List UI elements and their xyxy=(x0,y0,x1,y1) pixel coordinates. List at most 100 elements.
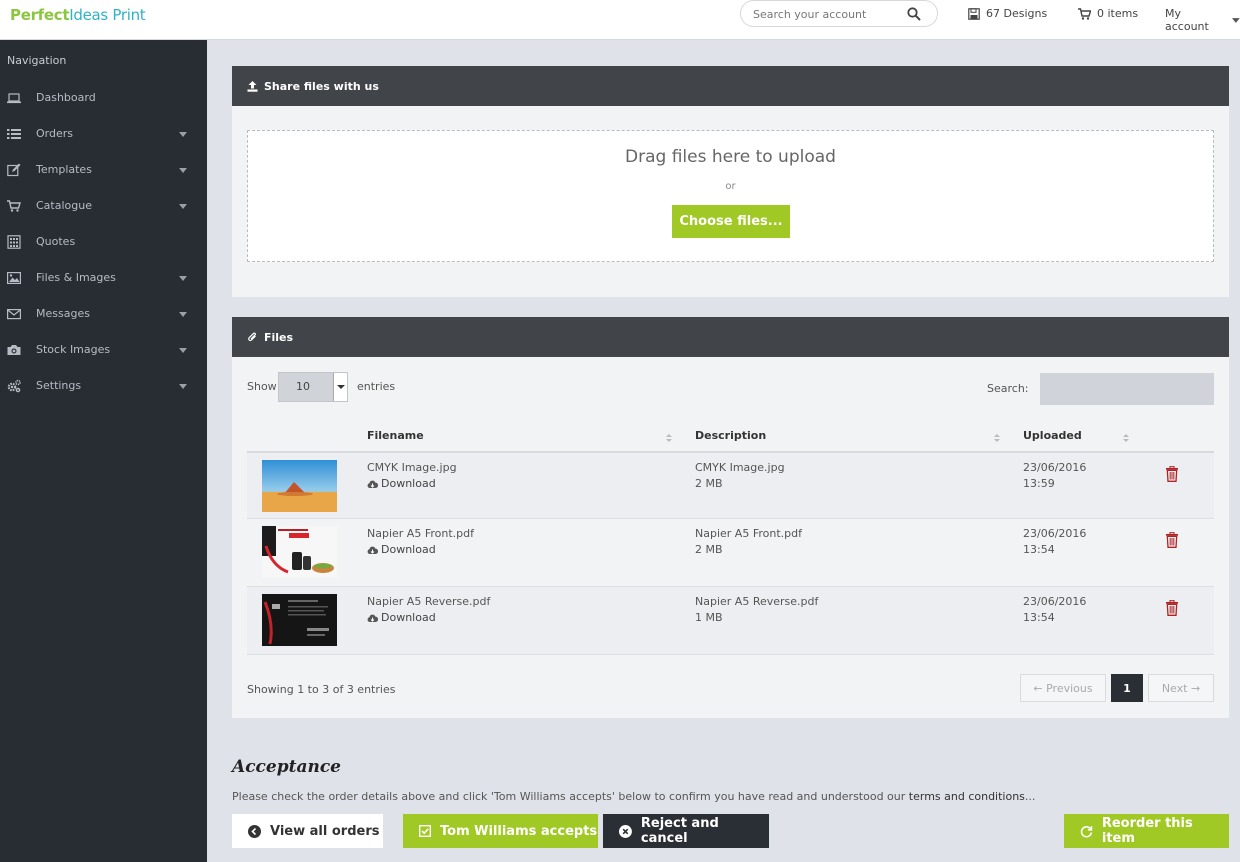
brand-part1: Perfect xyxy=(10,6,70,24)
column-header-filename[interactable]: Filename xyxy=(367,429,424,442)
sidebar-item-catalogue[interactable]: Catalogue xyxy=(0,188,207,224)
sort-icon[interactable] xyxy=(994,434,1000,444)
uploaded-cell: 23/06/2016 13:54 xyxy=(1023,594,1086,626)
table-row: Napier A5 Reverse.pdf Download Napier A5… xyxy=(247,587,1214,655)
cart-icon xyxy=(7,200,21,212)
filename-cell: Napier A5 Front.pdf Download xyxy=(367,526,474,558)
description-text: Napier A5 Reverse.pdf xyxy=(695,595,819,608)
sidebar-item-label: Dashboard xyxy=(36,91,96,104)
sidebar-item-label: Orders xyxy=(36,127,73,140)
filename-text: Napier A5 Reverse.pdf xyxy=(367,595,491,608)
page-1-button[interactable]: 1 xyxy=(1111,674,1143,702)
terms-link[interactable]: terms and conditions xyxy=(909,790,1025,803)
download-link[interactable]: Download xyxy=(367,476,457,492)
file-thumbnail[interactable] xyxy=(262,594,337,646)
sidebar-item-stock-images[interactable]: Stock Images xyxy=(0,332,207,368)
entries-select[interactable]: 10 xyxy=(278,372,348,402)
account-label: My account xyxy=(1165,7,1209,33)
filename-text: CMYK Image.jpg xyxy=(367,461,457,474)
table-search-label: Search: xyxy=(987,382,1029,395)
reorder-button[interactable]: Reorder this item xyxy=(1064,814,1229,848)
filename-cell: Napier A5 Reverse.pdf Download xyxy=(367,594,490,626)
brand-logo[interactable]: PerfectIdeas Print xyxy=(10,6,146,24)
trash-icon[interactable] xyxy=(1165,466,1179,482)
download-label: Download xyxy=(381,543,436,556)
reject-button[interactable]: Reject and cancel xyxy=(603,814,769,848)
trash-icon[interactable] xyxy=(1165,600,1179,616)
account-menu[interactable]: My account xyxy=(1165,7,1240,33)
search-icon[interactable] xyxy=(907,7,921,21)
choose-files-button[interactable]: Choose files... xyxy=(672,205,790,238)
view-all-orders-button[interactable]: View all orders xyxy=(232,814,383,848)
file-thumbnail[interactable] xyxy=(262,526,337,578)
sidebar-item-messages[interactable]: Messages xyxy=(0,296,207,332)
download-label: Download xyxy=(381,611,436,624)
column-header-uploaded[interactable]: Uploaded xyxy=(1023,429,1082,442)
previous-page-button[interactable]: ← Previous xyxy=(1020,674,1106,702)
sidebar-item-files-images[interactable]: Files & Images xyxy=(0,260,207,296)
designs-link[interactable]: 67 Designs xyxy=(968,7,1047,20)
upload-time: 13:54 xyxy=(1023,543,1055,556)
calculator-icon xyxy=(7,235,21,249)
nav-title: Navigation xyxy=(7,54,67,67)
arrow-left-circle-icon xyxy=(248,824,261,838)
sidebar-item-label: Templates xyxy=(36,163,92,176)
caret-down-icon xyxy=(179,276,187,281)
sidebar-item-label: Stock Images xyxy=(36,343,111,356)
column-header-description[interactable]: Description xyxy=(695,429,766,442)
sidebar-item-label: Files & Images xyxy=(36,271,116,284)
file-size: 1 MB xyxy=(695,611,723,624)
cart-link[interactable]: 0 items xyxy=(1078,7,1138,20)
file-thumbnail[interactable] xyxy=(262,460,337,512)
accept-button[interactable]: Tom Williams accepts xyxy=(403,814,598,848)
download-link[interactable]: Download xyxy=(367,610,490,626)
cart-icon xyxy=(1078,7,1091,20)
share-files-panel: Share files with us Drag files here to u… xyxy=(232,66,1229,297)
nav-list: Dashboard Orders Templates Catalogue Quo… xyxy=(0,80,207,404)
sort-icon[interactable] xyxy=(1123,434,1129,444)
caret-down-icon xyxy=(179,132,187,137)
view-all-orders-label: View all orders xyxy=(270,823,380,839)
envelope-icon xyxy=(7,308,21,320)
upload-icon xyxy=(247,80,258,92)
download-label: Download xyxy=(381,477,436,490)
top-bar: PerfectIdeas Print 67 Designs 0 items My… xyxy=(0,0,1240,40)
download-link[interactable]: Download xyxy=(367,542,474,558)
sidebar-item-orders[interactable]: Orders xyxy=(0,116,207,152)
image-icon xyxy=(7,272,21,285)
save-icon xyxy=(968,7,980,20)
reject-label: Reject and cancel xyxy=(640,816,719,846)
or-text: or xyxy=(725,181,736,192)
reorder-label: Reorder this item xyxy=(1101,816,1193,846)
caret-down-icon xyxy=(1232,17,1240,23)
table-search-input[interactable] xyxy=(1040,373,1214,405)
sidebar-item-quotes[interactable]: Quotes xyxy=(0,224,207,260)
filename-text: Napier A5 Front.pdf xyxy=(367,527,474,540)
sidebar-item-dashboard[interactable]: Dashboard xyxy=(0,80,207,116)
description-cell: Napier A5 Front.pdf 2 MB xyxy=(695,526,802,558)
account-search-input[interactable] xyxy=(753,6,903,22)
next-page-button[interactable]: Next → xyxy=(1148,674,1214,702)
cloud-download-icon xyxy=(367,614,378,622)
sidebar-item-templates[interactable]: Templates xyxy=(0,152,207,188)
entries-label: entries xyxy=(357,380,396,393)
sidebar-item-settings[interactable]: Settings xyxy=(0,368,207,404)
upload-time: 13:59 xyxy=(1023,477,1055,490)
share-files-title: Share files with us xyxy=(264,79,379,93)
sort-icon[interactable] xyxy=(666,434,672,444)
description-text: Napier A5 Front.pdf xyxy=(695,527,802,540)
acceptance-body: Please check the order details above and… xyxy=(232,790,909,803)
accept-label: Tom Williams accepts xyxy=(440,823,598,839)
drag-text: Drag files here to upload xyxy=(625,147,836,167)
sidebar-item-label: Quotes xyxy=(36,235,76,248)
share-files-header: Share files with us xyxy=(232,66,1229,106)
acceptance-text: Please check the order details above and… xyxy=(232,790,1035,803)
caret-down-icon xyxy=(179,204,187,209)
sidebar-item-label: Catalogue xyxy=(36,199,92,212)
files-title: Files xyxy=(264,330,294,344)
account-search xyxy=(740,0,938,27)
description-text: CMYK Image.jpg xyxy=(695,461,785,474)
trash-icon[interactable] xyxy=(1165,532,1179,548)
sidebar-item-label: Messages xyxy=(36,307,90,320)
upload-dropzone[interactable]: Drag files here to upload or Choose file… xyxy=(247,130,1214,262)
